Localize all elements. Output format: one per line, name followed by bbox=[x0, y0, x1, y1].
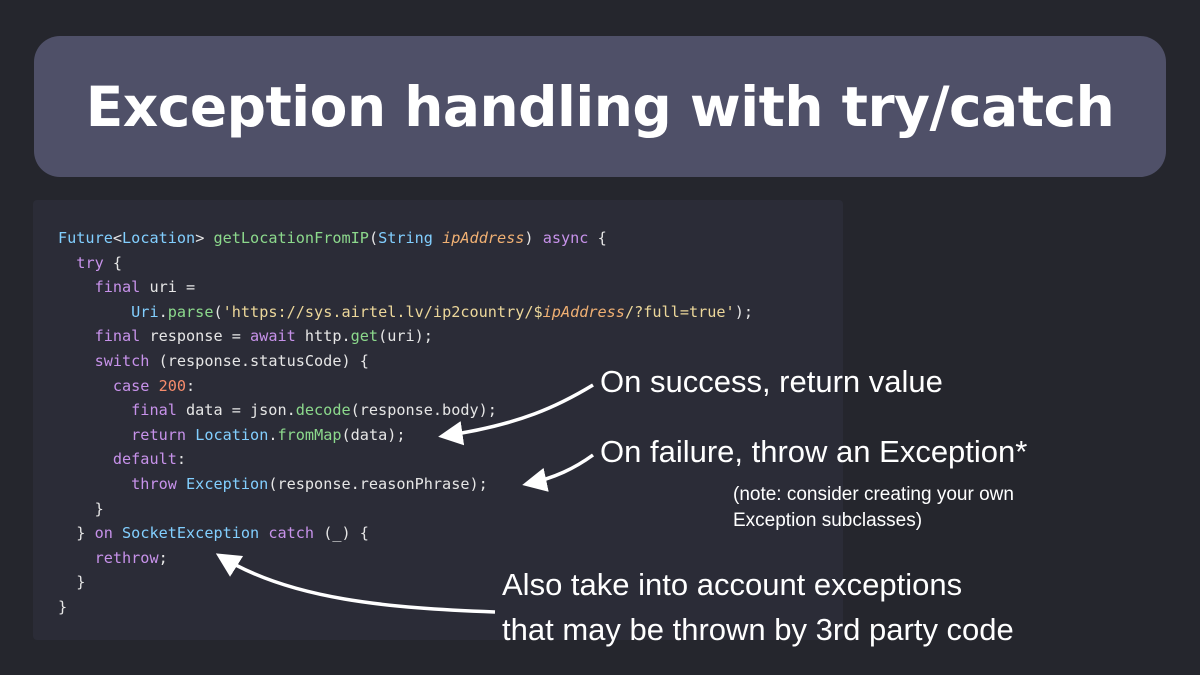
arrow-failure bbox=[522, 453, 595, 492]
arrow-success bbox=[438, 383, 594, 446]
arrows-layer bbox=[215, 383, 595, 614]
arrow-third-party bbox=[215, 553, 496, 614]
